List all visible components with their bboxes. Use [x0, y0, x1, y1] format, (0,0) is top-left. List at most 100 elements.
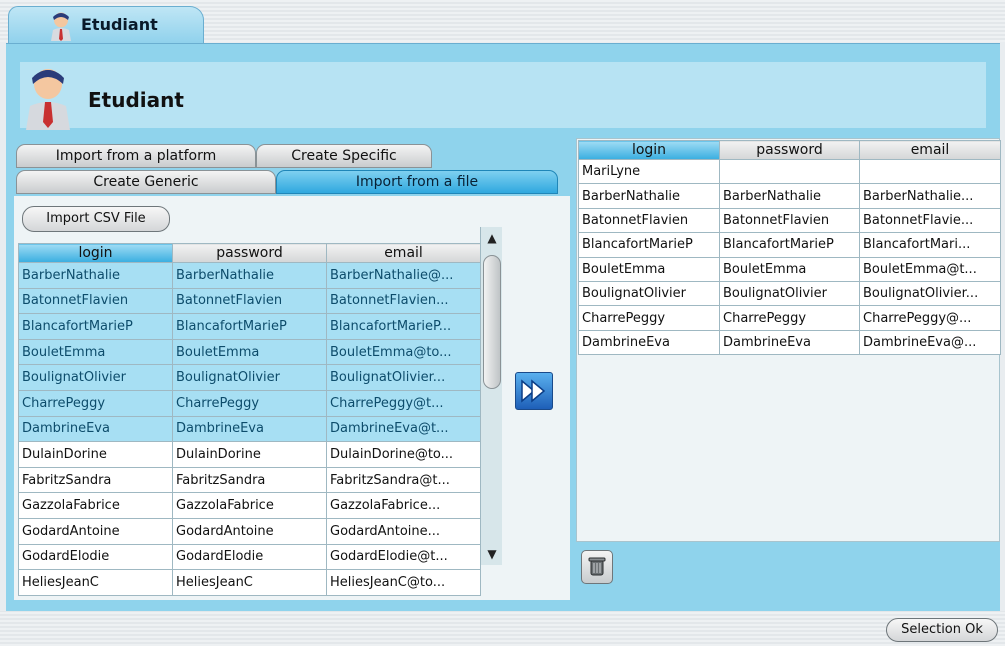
cell-login[interactable]: GodardAntoine [18, 517, 173, 545]
cell-email[interactable]: BouletEmma@to... [326, 338, 481, 366]
cell-login[interactable]: BoulignatOlivier [18, 364, 173, 391]
scroll-up-icon[interactable]: ▲ [483, 229, 501, 247]
table-row[interactable]: BatonnetFlavien BatonnetFlavien BatonnetFl… [578, 207, 1001, 234]
delete-button[interactable] [581, 550, 613, 584]
cell-login[interactable]: HeliesJeanC [18, 569, 173, 596]
table-row[interactable]: BoulignatOlivier BoulignatOlivier Bouligna… [18, 364, 481, 391]
cell-login[interactable]: BouletEmma [18, 338, 173, 366]
cell-login[interactable]: BouletEmma [578, 256, 720, 282]
cell-password[interactable]: BlancafortMarieP [172, 313, 327, 340]
cell-password[interactable]: BarberNathalie [172, 262, 327, 289]
cell-email[interactable]: DambrineEva@... [859, 329, 1001, 356]
cell-password[interactable]: DambrineEva [719, 329, 860, 356]
cell-password[interactable]: BarberNathalie [719, 183, 860, 209]
cell-email[interactable]: BarberNathalie... [859, 183, 1001, 209]
cell-login[interactable]: BoulignatOlivier [578, 280, 720, 307]
table-row[interactable]: BatonnetFlavien BatonnetFlavien BatonnetFl… [18, 287, 481, 315]
cell-password[interactable]: CharrePeggy [172, 389, 327, 417]
table-row[interactable]: CharrePeggy CharrePeggy CharrePeggy@t... [18, 389, 481, 417]
cell-login[interactable]: BlancafortMarieP [18, 313, 173, 340]
cell-password[interactable]: BatonnetFlavien [172, 287, 327, 315]
cell-email[interactable]: GodardElodie@t... [326, 543, 481, 571]
cell-password[interactable]: BouletEmma [719, 256, 860, 282]
cell-password[interactable]: CharrePeggy [719, 305, 860, 331]
cell-password[interactable] [719, 158, 860, 185]
table-row[interactable]: BarberNathalie BarberNathalie BarberNathal… [578, 183, 1001, 209]
cell-login[interactable]: CharrePeggy [18, 389, 173, 417]
table-row[interactable]: GodardElodie GodardElodie GodardElodie@t..… [18, 543, 481, 571]
cell-password[interactable]: BoulignatOlivier [172, 364, 327, 391]
import-csv-button[interactable]: Import CSV File [22, 206, 170, 232]
cell-password[interactable]: BlancafortMarieP [719, 232, 860, 258]
table-row[interactable]: GodardAntoine GodardAntoine GodardAntoine.… [18, 517, 481, 545]
cell-password[interactable]: HeliesJeanC [172, 569, 327, 596]
cell-password[interactable]: DambrineEva [172, 415, 327, 443]
table-row[interactable]: DambrineEva DambrineEva DambrineEva@... [578, 329, 1001, 356]
table-row[interactable]: MariLyne [578, 158, 1001, 185]
cell-login[interactable]: CharrePeggy [578, 305, 720, 331]
tab-import-platform[interactable]: Import from a platform [16, 144, 256, 168]
tab-create-specific[interactable]: Create Specific [256, 144, 432, 168]
tab-etudiant[interactable]: Etudiant [8, 6, 204, 44]
selection-ok-button[interactable]: Selection Ok [886, 618, 998, 642]
column-header-email[interactable]: email [859, 140, 1001, 160]
cell-email[interactable]: CharrePeggy@t... [326, 389, 481, 417]
tab-import-file[interactable]: Import from a file [276, 170, 558, 194]
cell-email[interactable] [859, 158, 1001, 185]
cell-email[interactable]: BoulignatOlivier... [326, 364, 481, 391]
scroll-down-icon[interactable]: ▼ [483, 545, 501, 563]
tab-create-generic[interactable]: Create Generic [16, 170, 276, 194]
table-row[interactable]: DulainDorine DulainDorine DulainDorine@to.… [18, 441, 481, 468]
table-row[interactable]: BouletEmma BouletEmma BouletEmma@to... [18, 338, 481, 366]
column-header-password[interactable]: password [719, 140, 860, 160]
cell-login[interactable]: GazzolaFabrice [18, 492, 173, 519]
cell-password[interactable]: FabritzSandra [172, 466, 327, 494]
cell-email[interactable]: GazzolaFabrice... [326, 492, 481, 519]
cell-password[interactable]: BouletEmma [172, 338, 327, 366]
cell-email[interactable]: BlancafortMari... [859, 232, 1001, 258]
table-row[interactable]: BarberNathalie BarberNathalie BarberNathal… [18, 262, 481, 289]
cell-password[interactable]: GodardAntoine [172, 517, 327, 545]
column-header-password[interactable]: password [172, 243, 327, 263]
cell-email[interactable]: BouletEmma@t... [859, 256, 1001, 282]
table-row[interactable]: BlancafortMarieP BlancafortMarieP Blancafo… [578, 232, 1001, 258]
table-row[interactable]: FabritzSandra FabritzSandra FabritzSandra@… [18, 466, 481, 494]
cell-email[interactable]: GodardAntoine... [326, 517, 481, 545]
column-header-login[interactable]: login [578, 140, 720, 160]
cell-password[interactable]: GodardElodie [172, 543, 327, 571]
cell-login[interactable]: BlancafortMarieP [578, 232, 720, 258]
cell-password[interactable]: BatonnetFlavien [719, 207, 860, 234]
cell-login[interactable]: DulainDorine [18, 441, 173, 468]
cell-email[interactable]: BatonnetFlavie... [859, 207, 1001, 234]
cell-password[interactable]: DulainDorine [172, 441, 327, 468]
cell-email[interactable]: FabritzSandra@t... [326, 466, 481, 494]
cell-email[interactable]: DulainDorine@to... [326, 441, 481, 468]
column-header-login[interactable]: login [18, 243, 173, 263]
cell-password[interactable]: GazzolaFabrice [172, 492, 327, 519]
column-header-email[interactable]: email [326, 243, 481, 263]
source-table-scrollbar[interactable]: ▲ ▼ [480, 227, 502, 565]
table-row[interactable]: BlancafortMarieP BlancafortMarieP Blancafo… [18, 313, 481, 340]
table-row[interactable]: CharrePeggy CharrePeggy CharrePeggy@... [578, 305, 1001, 331]
cell-email[interactable]: BlancafortMarieP... [326, 313, 481, 340]
transfer-selection-button[interactable] [515, 372, 553, 410]
cell-email[interactable]: DambrineEva@t... [326, 415, 481, 443]
cell-login[interactable]: BatonnetFlavien [18, 287, 173, 315]
cell-login[interactable]: BarberNathalie [578, 183, 720, 209]
cell-email[interactable]: BoulignatOlivier... [859, 280, 1001, 307]
table-row[interactable]: BouletEmma BouletEmma BouletEmma@t... [578, 256, 1001, 282]
table-row[interactable]: DambrineEva DambrineEva DambrineEva@t... [18, 415, 481, 443]
cell-email[interactable]: HeliesJeanC@to... [326, 569, 481, 596]
cell-login[interactable]: BatonnetFlavien [578, 207, 720, 234]
cell-login[interactable]: DambrineEva [18, 415, 173, 443]
cell-login[interactable]: GodardElodie [18, 543, 173, 571]
cell-login[interactable]: MariLyne [578, 158, 720, 185]
table-row[interactable]: GazzolaFabrice GazzolaFabrice GazzolaFabri… [18, 492, 481, 519]
cell-password[interactable]: BoulignatOlivier [719, 280, 860, 307]
cell-login[interactable]: FabritzSandra [18, 466, 173, 494]
table-row[interactable]: BoulignatOlivier BoulignatOlivier Bouligna… [578, 280, 1001, 307]
cell-login[interactable]: BarberNathalie [18, 262, 173, 289]
cell-email[interactable]: BarberNathalie@... [326, 262, 481, 289]
scrollbar-thumb[interactable] [483, 255, 501, 389]
cell-email[interactable]: BatonnetFlavien... [326, 287, 481, 315]
